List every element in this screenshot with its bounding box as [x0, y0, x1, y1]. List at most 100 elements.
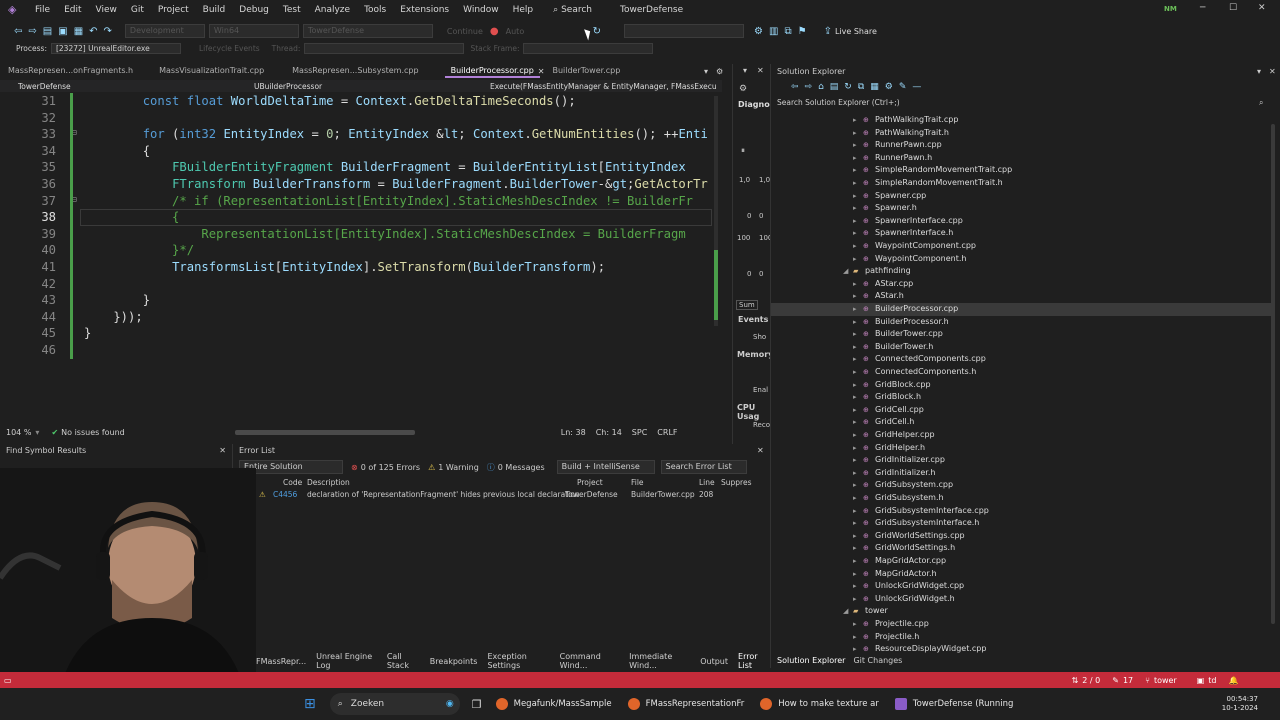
tree-file[interactable]: ▸ ⊕ GridCell.cpp: [771, 404, 1271, 417]
expand-arrow-icon[interactable]: ▸: [853, 328, 863, 341]
start-button-icon[interactable]: ⊞: [304, 696, 316, 712]
tab-fmass-repr[interactable]: FMassRepr...: [256, 657, 306, 666]
expand-arrow-icon[interactable]: ▸: [853, 643, 863, 654]
diag-pin-icon[interactable]: ▾: [743, 66, 747, 75]
code-line[interactable]: FBuilderEntityFragment BuilderFragment =…: [84, 159, 686, 176]
taskbar-app-firefox-1[interactable]: Megafunk/MassSample: [495, 698, 612, 710]
tree-file[interactable]: ▸ ⊕ Projectile.cpp: [771, 618, 1271, 631]
expand-arrow-icon[interactable]: ▸: [853, 404, 863, 417]
tree-file[interactable]: ▸ ⊕ BuilderTower.h: [771, 341, 1271, 354]
tree-file[interactable]: ▸ ⊕ GridBlock.h: [771, 391, 1271, 404]
expand-arrow-icon[interactable]: ▸: [853, 253, 863, 266]
menu-project[interactable]: Project: [151, 5, 196, 15]
menu-extensions[interactable]: Extensions: [393, 5, 456, 15]
expand-arrow-icon[interactable]: ▸: [853, 240, 863, 253]
tree-folder[interactable]: ◢ ▰ tower: [771, 605, 1271, 618]
tab-solution-explorer[interactable]: Solution Explorer: [777, 656, 845, 665]
expand-arrow-icon[interactable]: ▸: [853, 127, 863, 140]
tab-builder-processor[interactable]: BuilderProcessor.cpp: [444, 64, 540, 78]
expand-arrow-icon[interactable]: ▸: [853, 542, 863, 555]
expand-arrow-icon[interactable]: ▸: [853, 190, 863, 203]
back-icon[interactable]: ⇦: [14, 26, 22, 37]
dropdown-icon[interactable]: ▾: [35, 428, 39, 437]
errors-filter-button[interactable]: 0 of 125 Errors: [361, 463, 420, 472]
taskbar-search[interactable]: ⌕ Zoeken ◉: [329, 693, 460, 715]
tree-file[interactable]: ▸ ⊕ GridCell.h: [771, 416, 1271, 429]
tree-file[interactable]: ▸ ⊕ SpawnerInterface.h: [771, 227, 1271, 240]
expand-arrow-icon[interactable]: ▸: [853, 442, 863, 455]
expand-arrow-icon[interactable]: ▸: [853, 568, 863, 581]
expand-arrow-icon[interactable]: ▸: [853, 215, 863, 228]
tree-file[interactable]: ▸ ⊕ SimpleRandomMovementTrait.cpp: [771, 164, 1271, 177]
tree-file[interactable]: ▸ ⊕ BuilderProcessor.h: [771, 316, 1271, 329]
tree-file[interactable]: ▸ ⊕ Projectile.h: [771, 631, 1271, 644]
tree-file[interactable]: ▸ ⊕ GridInitializer.h: [771, 467, 1271, 480]
diag-record[interactable]: Reco: [753, 421, 770, 429]
tab-mass-visualization-trait[interactable]: MassVisualizationTrait.cpp: [153, 64, 270, 78]
tab-list-dropdown-icon[interactable]: ▾: [704, 67, 708, 76]
tree-file[interactable]: ▸ ⊕ GridSubsystemInterface.h: [771, 517, 1271, 530]
platform-dropdown[interactable]: Win64: [208, 24, 299, 38]
redo-icon[interactable]: ↷: [104, 26, 112, 37]
task-view-icon[interactable]: ❐: [472, 698, 482, 711]
tree-file[interactable]: ▸ ⊕ GridHelper.cpp: [771, 429, 1271, 442]
expand-arrow-icon[interactable]: ▸: [853, 164, 863, 177]
restart-icon[interactable]: ↻: [593, 26, 601, 37]
diag-settings-icon[interactable]: ⚙: [739, 84, 747, 94]
tree-file[interactable]: ▸ ⊕ UnlockGridWidget.h: [771, 593, 1271, 606]
tree-file[interactable]: ▸ ⊕ ConnectedComponents.h: [771, 366, 1271, 379]
tree-file[interactable]: ▸ ⊕ SimpleRandomMovementTrait.h: [771, 177, 1271, 190]
code-line[interactable]: for (int32 EntityIndex = 0; EntityIndex …: [84, 126, 708, 143]
taskbar-app-firefox-2[interactable]: FMassRepresentationFr: [627, 698, 744, 710]
tree-file[interactable]: ▸ ⊕ GridInitializer.cpp: [771, 454, 1271, 467]
col-line[interactable]: Line: [699, 478, 715, 487]
col-description[interactable]: Description: [307, 478, 350, 487]
expand-arrow-icon[interactable]: ▸: [853, 177, 863, 190]
toolbar-layout-icon[interactable]: ▥: [769, 26, 778, 37]
code-line[interactable]: RepresentationList[EntityIndex].StaticMe…: [84, 226, 685, 243]
startup-project-dropdown[interactable]: TowerDefense: [302, 24, 433, 38]
tree-file[interactable]: ▸ ⊕ BuilderTower.cpp: [771, 328, 1271, 341]
tab-command-window[interactable]: Command Wind...: [560, 652, 619, 670]
tree-file[interactable]: ▸ ⊕ PathWalkingTrait.cpp: [771, 114, 1271, 127]
user-avatar[interactable]: NM: [1164, 5, 1177, 13]
tree-file[interactable]: ▸ ⊕ WaypointComponent.cpp: [771, 240, 1271, 253]
code-line[interactable]: FTransform BuilderTransform = BuilderFra…: [84, 176, 708, 193]
expand-arrow-icon[interactable]: ▸: [853, 379, 863, 392]
tree-file[interactable]: ▸ ⊕ BuilderProcessor.cpp: [771, 303, 1271, 316]
tree-file[interactable]: ▸ ⊕ ConnectedComponents.cpp: [771, 353, 1271, 366]
code-line[interactable]: {: [84, 143, 150, 160]
pause-icon[interactable]: ⏸: [741, 146, 745, 156]
tree-folder[interactable]: ◢ ▰ pathfinding: [771, 265, 1271, 278]
expand-arrow-icon[interactable]: ▸: [853, 517, 863, 530]
expand-arrow-icon[interactable]: ▸: [853, 366, 863, 379]
cursor-col[interactable]: Ch: 14: [596, 428, 622, 437]
tree-file[interactable]: ▸ ⊕ SpawnerInterface.cpp: [771, 215, 1271, 228]
forward-icon[interactable]: ⇨: [28, 26, 36, 37]
stop-debug-icon[interactable]: ●: [490, 26, 499, 37]
tab-settings-icon[interactable]: ⚙: [716, 67, 723, 76]
tab-breakpoints[interactable]: Breakpoints: [430, 657, 478, 666]
stack-frame-dropdown[interactable]: [523, 42, 654, 54]
tab-builder-tower[interactable]: BuilderTower.cpp: [546, 64, 626, 78]
expand-arrow-icon[interactable]: ▸: [853, 429, 863, 442]
diag-close-icon[interactable]: ✕: [757, 66, 764, 75]
tab-immediate-window[interactable]: Immediate Wind...: [629, 652, 690, 670]
code-line[interactable]: }*/: [84, 242, 194, 259]
toolbar-window-icon[interactable]: ⧉: [784, 26, 791, 37]
nav-class-dropdown[interactable]: UBuilderProcessor: [236, 82, 476, 91]
git-push-count[interactable]: 2 / 0: [1082, 676, 1100, 685]
diag-summary-tab[interactable]: Sum: [736, 300, 758, 310]
taskbar-app-visual-studio[interactable]: TowerDefense (Running: [894, 698, 1013, 710]
code-line[interactable]: const float WorldDeltaTime = Context.Get…: [84, 93, 576, 110]
expand-arrow-icon[interactable]: ▸: [853, 341, 863, 354]
menu-analyze[interactable]: Analyze: [308, 5, 357, 15]
taskbar-app-firefox-3[interactable]: How to make texture ar: [760, 698, 879, 710]
process-dropdown[interactable]: [23272] UnrealEditor.exe: [50, 42, 181, 54]
tab-call-stack[interactable]: Call Stack: [387, 652, 420, 670]
expand-arrow-icon[interactable]: ▸: [853, 353, 863, 366]
diag-enable[interactable]: Enal: [753, 386, 768, 394]
tree-file[interactable]: ▸ ⊕ GridSubsystemInterface.cpp: [771, 505, 1271, 518]
expand-arrow-icon[interactable]: ▸: [853, 580, 863, 593]
line-ending[interactable]: CRLF: [657, 428, 677, 437]
